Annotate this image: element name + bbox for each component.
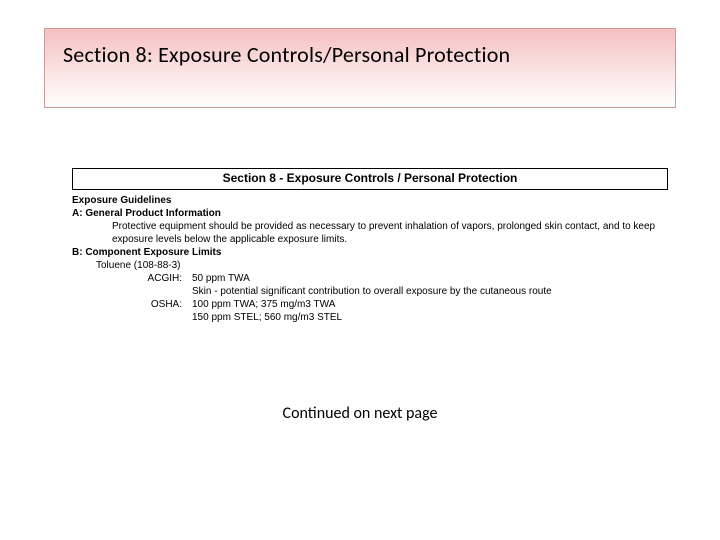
osha-row-1: OSHA: 100 ppm TWA; 375 mg/m3 TWA [72, 298, 668, 311]
exposure-guidelines-label: Exposure Guidelines [72, 194, 668, 207]
osha-label-blank [112, 311, 192, 324]
part-b-component: Toluene (108-88-3) [72, 259, 668, 272]
acgih-row-2: Skin - potential significant contributio… [72, 285, 668, 298]
osha-value-1: 100 ppm TWA; 375 mg/m3 TWA [192, 298, 668, 311]
section-title-text: Section 8: Exposure Controls/Personal Pr… [63, 41, 510, 68]
acgih-value-1: 50 ppm TWA [192, 272, 668, 285]
part-a-text-line2: exposure levels below the applicable exp… [72, 233, 668, 246]
acgih-row-1: ACGIH: 50 ppm TWA [72, 272, 668, 285]
osha-value-2: 150 ppm STEL; 560 mg/m3 STEL [192, 311, 668, 324]
part-b-label: B: Component Exposure Limits [72, 246, 668, 259]
acgih-label: ACGIH: [112, 272, 192, 285]
osha-label: OSHA: [112, 298, 192, 311]
part-a-label: A: General Product Information [72, 207, 668, 220]
section-title-banner: Section 8: Exposure Controls/Personal Pr… [44, 28, 676, 108]
acgih-value-2: Skin - potential significant contributio… [192, 285, 668, 298]
sds-excerpt: Section 8 - Exposure Controls / Personal… [72, 168, 668, 324]
continued-note: Continued on next page [0, 404, 720, 423]
part-a-text-line1: Protective equipment should be provided … [72, 220, 668, 233]
acgih-label-blank [112, 285, 192, 298]
osha-row-2: 150 ppm STEL; 560 mg/m3 STEL [72, 311, 668, 324]
sds-section-header: Section 8 - Exposure Controls / Personal… [72, 168, 668, 190]
